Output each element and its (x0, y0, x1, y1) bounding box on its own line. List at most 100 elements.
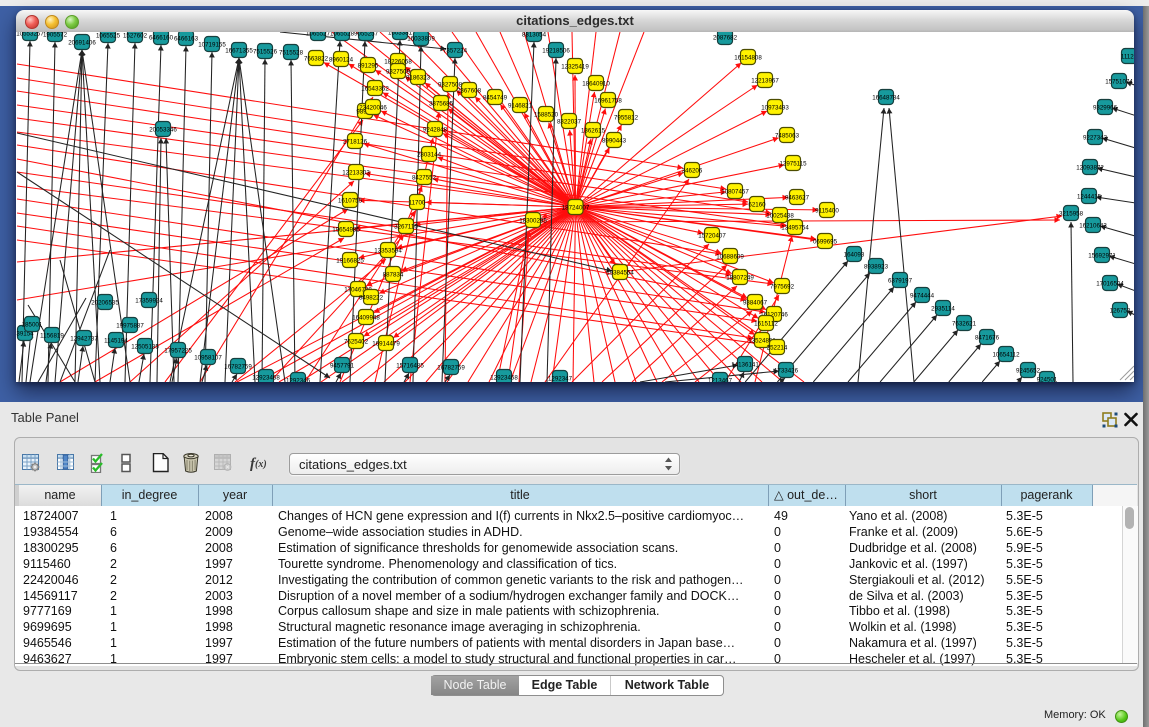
svg-text:7975692: 7975692 (770, 283, 795, 290)
svg-text:8454749: 8454749 (483, 94, 508, 101)
svg-text:20691406: 20691406 (68, 39, 96, 46)
svg-text:6379197: 6379197 (888, 277, 913, 284)
svg-text:12975115: 12975115 (779, 160, 807, 167)
svg-text:7357224: 7357224 (443, 47, 468, 54)
svg-text:8186323: 8186323 (406, 74, 431, 81)
svg-text:9474444: 9474444 (910, 292, 935, 299)
svg-text:1065525: 1065525 (96, 32, 121, 39)
svg-text:19975887: 19975887 (116, 322, 144, 329)
svg-text:16671355: 16671355 (225, 47, 253, 54)
svg-text:18640910: 18640910 (582, 80, 610, 87)
svg-text:9115400: 9115400 (815, 207, 839, 214)
svg-text:17359924: 17359924 (135, 297, 163, 304)
svg-text:12923468: 12923468 (490, 374, 518, 381)
svg-text:164093: 164093 (844, 251, 865, 258)
svg-text:(x): (x) (255, 459, 267, 470)
svg-text:9242848: 9242848 (423, 126, 448, 133)
svg-text:23420046: 23420046 (359, 104, 387, 111)
svg-text:12505135: 12505135 (131, 343, 159, 350)
svg-text:13495754: 13495754 (781, 224, 809, 231)
svg-text:12213303: 12213303 (342, 169, 370, 176)
svg-text:20206535: 20206535 (91, 299, 119, 306)
svg-text:16543362: 16543362 (361, 85, 389, 92)
svg-text:8498222: 8498222 (359, 294, 384, 301)
svg-text:1610755: 1610755 (338, 197, 363, 204)
svg-text:185001: 185001 (22, 321, 43, 328)
svg-text:13353594: 13353594 (374, 247, 402, 254)
svg-text:8322037: 8322037 (557, 118, 582, 125)
svg-text:1588520: 1588520 (534, 111, 559, 118)
svg-text:14136141: 14136141 (731, 361, 759, 368)
svg-text:7485063: 7485063 (775, 132, 800, 139)
svg-text:1733426: 1733426 (774, 367, 799, 374)
svg-text:8990443: 8990443 (602, 137, 627, 144)
svg-text:16210643: 16210643 (1079, 222, 1107, 229)
svg-text:10553257: 10553257 (16, 32, 44, 37)
svg-text:1362615: 1362615 (581, 127, 606, 134)
svg-text:16961758: 16961758 (594, 97, 622, 104)
svg-text:1145194: 1145194 (104, 337, 128, 344)
svg-text:1905572: 1905572 (43, 32, 68, 38)
svg-text:7625402: 7625402 (344, 338, 369, 345)
svg-text:10958107: 10958107 (194, 354, 222, 361)
svg-text:924501: 924501 (1037, 376, 1058, 382)
svg-text:9384067: 9384067 (743, 299, 768, 306)
svg-text:1065528: 1065528 (330, 32, 355, 37)
svg-text:1292346: 1292346 (286, 377, 311, 382)
svg-text:15716485: 15716485 (396, 362, 424, 369)
svg-text:19384554: 19384554 (606, 269, 634, 276)
svg-text:12325419: 12325419 (561, 63, 589, 70)
svg-text:15751074: 15751074 (1105, 78, 1133, 85)
svg-text:2718126: 2718126 (343, 138, 368, 145)
svg-text:7955812: 7955812 (614, 114, 639, 121)
svg-text:7515526: 7515526 (253, 48, 278, 55)
svg-text:2087682: 2087682 (713, 34, 738, 41)
svg-text:891295: 891295 (358, 62, 379, 69)
svg-text:8471676: 8471676 (975, 334, 1000, 341)
svg-text:2935114: 2935114 (931, 305, 955, 312)
svg-text:12093872: 12093872 (1076, 164, 1104, 171)
svg-text:16648784: 16648784 (872, 94, 900, 101)
svg-text:18724007: 18724007 (562, 204, 590, 211)
svg-text:346206: 346206 (682, 167, 703, 174)
svg-text:9329966: 9329966 (1093, 104, 1118, 111)
svg-text:12942737: 12942737 (70, 335, 98, 342)
svg-text:6466160: 6466160 (149, 34, 174, 41)
svg-text:20053346: 20053346 (149, 126, 177, 133)
svg-text:17957225: 17957225 (164, 347, 192, 354)
svg-text:6466163: 6466163 (174, 35, 199, 42)
svg-text:19218506: 19218506 (542, 47, 570, 54)
svg-text:16033809: 16033809 (407, 35, 435, 42)
svg-text:1292347: 1292347 (548, 375, 573, 382)
svg-text:19654985: 19654985 (332, 226, 360, 233)
svg-text:16782759: 16782759 (224, 363, 252, 370)
svg-text:9457791: 9457791 (330, 362, 355, 369)
svg-text:1156819: 1156819 (40, 332, 64, 339)
svg-text:252214: 252214 (767, 344, 788, 351)
svg-text:126753: 126753 (1110, 307, 1131, 314)
svg-text:7663822: 7663822 (304, 55, 329, 62)
svg-text:1244415: 1244415 (1077, 193, 1102, 200)
svg-text:12213967: 12213967 (751, 77, 779, 84)
svg-text:10654112: 10654112 (992, 351, 1020, 358)
svg-text:10688609: 10688609 (716, 253, 744, 260)
svg-text:16782759: 16782759 (437, 364, 465, 371)
svg-text:9227343: 9227343 (1083, 134, 1108, 141)
svg-text:62160: 62160 (748, 201, 766, 208)
svg-text:1065527: 1065527 (306, 32, 331, 37)
svg-text:8938923: 8938923 (864, 263, 889, 270)
svg-text:9055257: 9055257 (354, 32, 379, 37)
svg-text:8427552: 8427552 (412, 174, 437, 181)
svg-text:3875685: 3875685 (429, 100, 454, 107)
svg-text:2803144: 2803144 (417, 151, 442, 158)
svg-text:887834: 887834 (383, 271, 404, 278)
svg-text:16154808: 16154808 (734, 54, 762, 61)
svg-text:10973493: 10973493 (761, 104, 789, 111)
svg-text:7515528: 7515528 (279, 49, 304, 56)
svg-text:18300295: 18300295 (519, 217, 547, 224)
svg-text:10025438: 10025438 (766, 212, 794, 219)
svg-text:9146821: 9146821 (508, 102, 533, 109)
svg-text:7632621: 7632621 (952, 320, 977, 327)
svg-text:10719155: 10719155 (198, 41, 226, 48)
svg-text:8960124: 8960124 (329, 56, 354, 63)
